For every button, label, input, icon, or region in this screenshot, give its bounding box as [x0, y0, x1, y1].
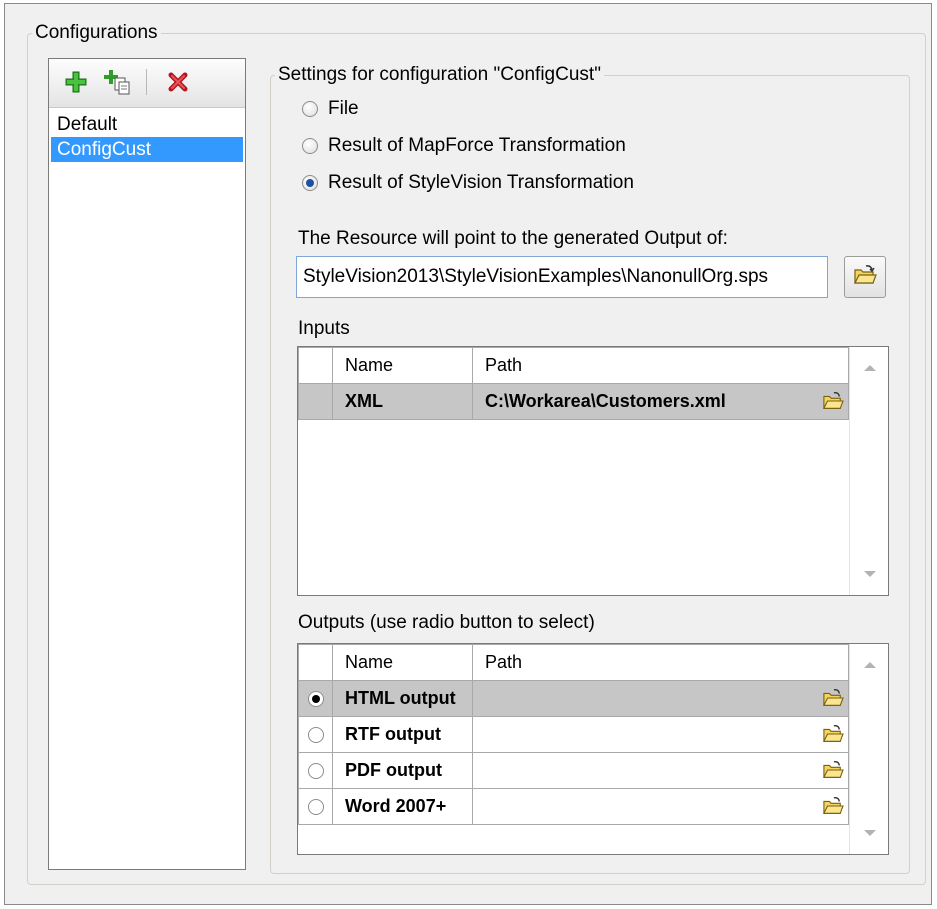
resource-browse-button[interactable] — [844, 256, 886, 298]
settings-legend: Settings for configuration "ConfigCust" — [278, 64, 601, 85]
output-radio[interactable] — [307, 691, 324, 708]
table-row[interactable]: XML C:\Workarea\Customers.xml — [298, 383, 849, 420]
outputs-grid: Name Path HTML output RTF output PDF out… — [297, 643, 889, 855]
toolbar-separator — [146, 69, 147, 95]
table-row[interactable]: Word 2007+ — [298, 788, 849, 825]
inputs-header-row: Name Path — [298, 347, 849, 384]
inputs-label: Inputs — [298, 318, 350, 339]
outputs-header-row: Name Path — [298, 644, 849, 681]
config-item-configcust[interactable]: ConfigCust — [51, 137, 243, 162]
output-radio-cell[interactable] — [298, 716, 333, 753]
outputs-label: Outputs (use radio button to select) — [298, 612, 595, 633]
radio-stylevision[interactable]: Result of StyleVision Transformation — [302, 170, 634, 196]
input-name-cell[interactable]: XML — [332, 383, 473, 420]
output-name-cell[interactable]: HTML output — [332, 680, 473, 717]
output-radio-cell[interactable] — [298, 788, 333, 825]
configurations-toolbar — [49, 59, 245, 108]
table-row[interactable]: RTF output — [298, 716, 849, 753]
scroll-down-icon[interactable] — [864, 830, 876, 836]
delete-config-icon[interactable] — [165, 69, 191, 95]
folder-open-icon — [853, 264, 877, 291]
folder-open-icon[interactable] — [820, 388, 846, 414]
add-config-icon[interactable] — [63, 69, 89, 95]
radio-stylevision-control[interactable] — [302, 175, 318, 191]
outputs-gutter-header — [298, 644, 333, 681]
radio-mapforce-label: Result of MapForce Transformation — [328, 135, 626, 156]
output-radio[interactable] — [307, 799, 324, 816]
input-path-text: C:\Workarea\Customers.xml — [485, 391, 726, 411]
inputs-scrollbar[interactable] — [849, 347, 888, 595]
output-path-cell[interactable] — [472, 716, 849, 753]
inputs-name-header: Name — [332, 347, 473, 384]
output-path-cell[interactable] — [472, 680, 849, 717]
inputs-grid: Name Path XML C:\Workarea\Customers.xml — [297, 346, 889, 596]
configurations-list: Default ConfigCust — [49, 108, 245, 166]
inputs-gutter-header — [298, 347, 333, 384]
outputs-path-header: Path — [472, 644, 849, 681]
table-row[interactable]: PDF output — [298, 752, 849, 789]
resource-path-input[interactable] — [296, 256, 828, 298]
input-path-cell[interactable]: C:\Workarea\Customers.xml — [472, 383, 849, 420]
radio-mapforce-control[interactable] — [302, 138, 318, 154]
row-gutter — [298, 383, 333, 420]
radio-stylevision-label: Result of StyleVision Transformation — [328, 172, 634, 193]
resource-label: The Resource will point to the generated… — [298, 228, 728, 249]
inputs-table: Name Path XML C:\Workarea\Customers.xml — [298, 347, 849, 420]
outputs-table: Name Path HTML output RTF output PDF out… — [298, 644, 849, 825]
folder-open-icon[interactable] — [820, 757, 846, 783]
table-row[interactable]: HTML output — [298, 680, 849, 717]
configurations-legend: Configurations — [35, 22, 158, 43]
scroll-up-icon[interactable] — [864, 365, 876, 371]
output-radio[interactable] — [307, 727, 324, 744]
folder-open-icon[interactable] — [820, 793, 846, 819]
scroll-down-icon[interactable] — [864, 571, 876, 577]
radio-mapforce[interactable]: Result of MapForce Transformation — [302, 133, 626, 159]
folder-open-icon[interactable] — [820, 685, 846, 711]
output-name-cell[interactable]: RTF output — [332, 716, 473, 753]
output-name-cell[interactable]: PDF output — [332, 752, 473, 789]
inputs-path-header: Path — [472, 347, 849, 384]
scroll-up-icon[interactable] — [864, 662, 876, 668]
outputs-name-header: Name — [332, 644, 473, 681]
radio-file-label: File — [328, 98, 359, 119]
copy-config-icon[interactable] — [103, 69, 130, 95]
config-item-default[interactable]: Default — [51, 112, 243, 137]
configurations-panel: Default ConfigCust — [48, 58, 246, 870]
output-path-cell[interactable] — [472, 788, 849, 825]
folder-open-icon[interactable] — [820, 721, 846, 747]
output-path-cell[interactable] — [472, 752, 849, 789]
radio-file[interactable]: File — [302, 96, 359, 122]
output-radio-cell[interactable] — [298, 752, 333, 789]
output-radio[interactable] — [307, 763, 324, 780]
radio-file-control[interactable] — [302, 101, 318, 117]
output-name-cell[interactable]: Word 2007+ — [332, 788, 473, 825]
output-radio-cell[interactable] — [298, 680, 333, 717]
outputs-scrollbar[interactable] — [849, 644, 888, 854]
